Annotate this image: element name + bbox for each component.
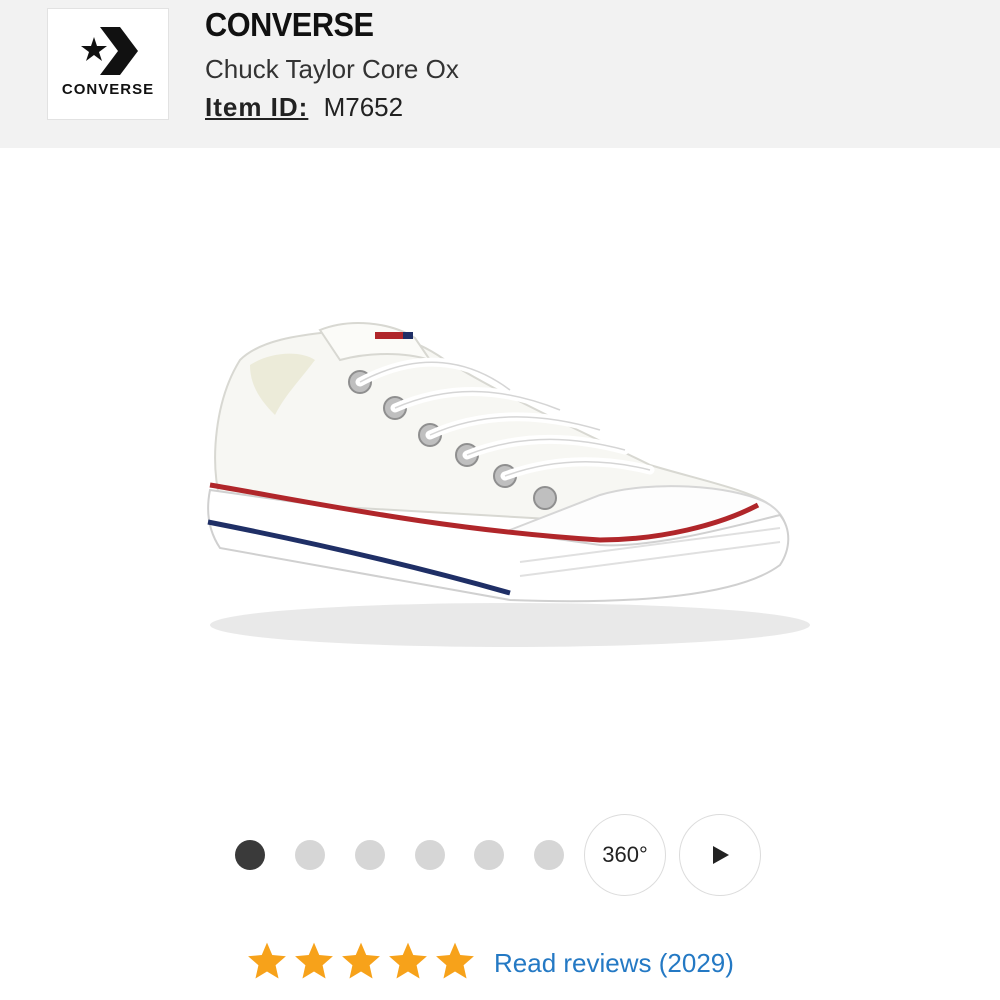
play-video-button[interactable] [679, 814, 761, 896]
gallery-dot-4[interactable] [415, 840, 445, 870]
product-header: CONVERSE CONVERSE Chuck Taylor Core Ox I… [0, 0, 1000, 148]
gallery-dot-6[interactable] [534, 840, 564, 870]
item-id-row: Item ID: M7652 [205, 92, 403, 123]
item-id-value: M7652 [323, 92, 404, 122]
gallery-dot-5[interactable] [474, 840, 504, 870]
gallery-dot-1[interactable] [235, 840, 265, 870]
star-icon [436, 942, 474, 979]
product-image[interactable] [180, 290, 820, 670]
star-icon [389, 942, 427, 979]
gallery-dot-3[interactable] [355, 840, 385, 870]
logo-wordmark: CONVERSE [61, 81, 155, 98]
gallery-dot-2[interactable] [295, 840, 325, 870]
star-icon [248, 942, 286, 979]
star-icon [295, 942, 333, 979]
view-360-button[interactable]: 360° [584, 814, 666, 896]
play-icon [713, 846, 729, 864]
brand-logo[interactable]: CONVERSE [47, 8, 169, 120]
read-reviews-link[interactable]: Read reviews (2029) [494, 948, 734, 979]
star-icon [342, 942, 380, 979]
item-id-label: Item ID: [205, 92, 309, 122]
view-360-label: 360° [602, 842, 648, 867]
product-name: Chuck Taylor Core Ox [205, 54, 459, 84]
converse-star-chevron-icon [81, 27, 138, 75]
brand-name: CONVERSE [205, 6, 374, 43]
